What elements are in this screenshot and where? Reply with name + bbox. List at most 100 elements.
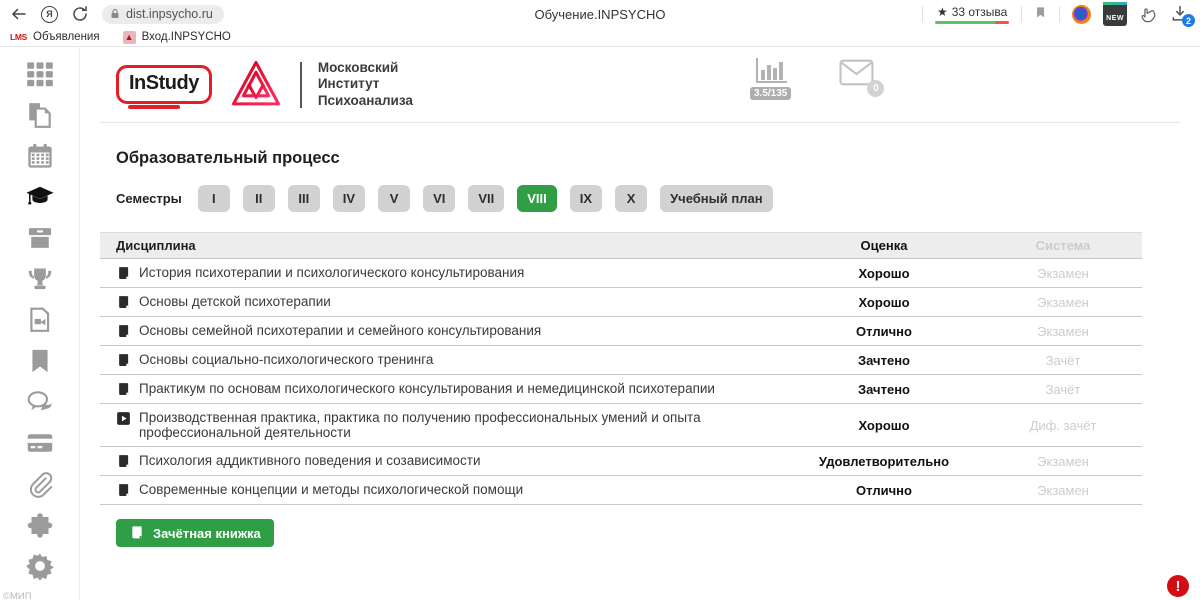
grade-value: Хорошо: [784, 295, 984, 310]
semester-button-study-plan[interactable]: Учебный план: [660, 185, 772, 212]
sidebar-item-trophy[interactable]: [26, 265, 54, 293]
semester-button-semester-9[interactable]: IX: [570, 185, 602, 212]
toolbar-separator: [922, 6, 923, 22]
table-row[interactable]: Психология аддиктивного поведения и соза…: [100, 447, 1142, 476]
sidebar-item-video-materials[interactable]: [26, 306, 54, 334]
sidebar-item-apps-grid[interactable]: [26, 60, 54, 88]
toolbar-separator: [1059, 6, 1060, 22]
table-row[interactable]: Основы социально-психологического тренин…: [100, 346, 1142, 375]
system-value: Экзамен: [984, 483, 1142, 498]
semester-button-semester-8[interactable]: VIII: [517, 185, 557, 212]
table-row[interactable]: Современные концепции и методы психологи…: [100, 476, 1142, 505]
archive-icon: [26, 239, 54, 256]
messages-button[interactable]: 0: [839, 59, 874, 91]
system-value: Экзамен: [984, 454, 1142, 469]
grade-value: Хорошо: [784, 418, 984, 433]
chat-icon: [26, 403, 54, 420]
logo-divider: [300, 62, 302, 108]
documents-icon: [26, 116, 54, 133]
table-row[interactable]: Основы детской психотерапии Хорошо Экзам…: [100, 288, 1142, 317]
discipline-name: Основы семейной психотерапии и семейного…: [139, 323, 541, 338]
copyright-label: ©МИП: [3, 591, 32, 600]
extension-glove-icon[interactable]: [1139, 5, 1158, 24]
alert-notification-icon[interactable]: !: [1167, 575, 1189, 597]
url-text: dist.inpsycho.ru: [126, 7, 213, 21]
app-shell: ©МИП InStudy Московский Институт Психоан…: [0, 47, 1200, 600]
progress-stats-button[interactable]: 3.5/135: [750, 56, 791, 100]
system-value: Зачёт: [984, 382, 1142, 397]
grade-value: Хорошо: [784, 266, 984, 281]
bookmark-flag-icon[interactable]: [1034, 6, 1047, 22]
browser-toolbar: Я dist.inpsycho.ru Обучение.INPSYCHO ★ 3…: [0, 0, 1200, 28]
semester-button-semester-2[interactable]: II: [243, 185, 275, 212]
book-icon: [116, 454, 131, 469]
book-icon: [129, 525, 145, 541]
sidebar-item-education[interactable]: [26, 183, 54, 211]
main-content: InStudy Московский Институт Психоанализа: [100, 47, 1180, 600]
back-icon[interactable]: [10, 5, 28, 23]
payment-card-icon: [26, 444, 54, 461]
bookmark-announcements[interactable]: LMS Объявления: [10, 31, 100, 43]
semester-button-semester-10[interactable]: X: [615, 185, 647, 212]
sidebar-item-chat[interactable]: [26, 388, 54, 416]
disciplines-table: Дисциплина Оценка Система История психот…: [100, 232, 1180, 505]
sidebar-item-archive[interactable]: [26, 224, 54, 252]
downloads-count-badge: 2: [1182, 14, 1195, 27]
sidebar-item-documents[interactable]: [26, 101, 54, 129]
grade-value: Отлично: [784, 483, 984, 498]
sidebar-item-bookmark[interactable]: [26, 347, 54, 375]
table-row[interactable]: Производственная практика, практика по п…: [100, 404, 1142, 447]
semester-button-semester-5[interactable]: V: [378, 185, 410, 212]
discipline-name: Производственная практика, практика по п…: [139, 410, 784, 440]
browser-profile-icon[interactable]: [1072, 5, 1091, 24]
sidebar-item-settings-gear[interactable]: [26, 552, 54, 580]
discipline-name: Практикум по основам психологического ко…: [139, 381, 715, 396]
site-reviews-widget[interactable]: ★ 33 отзыва: [935, 5, 1009, 24]
sidebar-item-integrations-puzzle[interactable]: [26, 511, 54, 539]
new-extension-icon[interactable]: NEW: [1103, 2, 1127, 26]
book-icon: [116, 483, 131, 498]
address-bar[interactable]: dist.inpsycho.ru: [102, 5, 224, 24]
institute-name: Московский Институт Психоанализа: [318, 60, 413, 109]
column-grade: Оценка: [784, 238, 984, 253]
sidebar-item-payment-card[interactable]: [26, 429, 54, 457]
yandex-browser-icon[interactable]: Я: [41, 6, 58, 23]
education-icon: [26, 198, 54, 215]
bookmark-label: Вход.INPSYCHO: [142, 31, 231, 43]
gradebook-button[interactable]: Зачётная книжка: [116, 519, 274, 547]
grade-value: Удовлетворительно: [784, 454, 984, 469]
mip-favicon: ▲: [123, 31, 136, 44]
sidebar-item-calendar[interactable]: [26, 142, 54, 170]
refresh-icon[interactable]: [71, 5, 89, 23]
attachments-icon: [26, 485, 54, 502]
calendar-icon: [26, 157, 54, 174]
book-icon: [116, 382, 131, 397]
apps-grid-icon: [26, 75, 54, 92]
system-value: Диф. зачёт: [984, 418, 1142, 433]
sidebar-item-attachments[interactable]: [26, 470, 54, 498]
discipline-name: Психология аддиктивного поведения и соза…: [139, 453, 480, 468]
semester-button-semester-4[interactable]: IV: [333, 185, 365, 212]
discipline-name: Современные концепции и методы психологи…: [139, 482, 523, 497]
grade-value: Зачтено: [784, 353, 984, 368]
sidebar-nav: ©МИП: [0, 47, 80, 600]
book-icon: [116, 353, 131, 368]
table-row[interactable]: Основы семейной психотерапии и семейного…: [100, 317, 1142, 346]
reviews-rating-bar: [935, 21, 1009, 24]
table-row[interactable]: Практикум по основам психологического ко…: [100, 375, 1142, 404]
toolbar-separator: [1021, 6, 1022, 22]
book-icon: [116, 266, 131, 281]
bar-chart-icon: [753, 56, 789, 86]
play-video-icon: [116, 411, 131, 426]
instudy-logo[interactable]: InStudy: [116, 65, 212, 104]
semester-button-semester-3[interactable]: III: [288, 185, 320, 212]
app-header: InStudy Московский Институт Психоанализа: [100, 47, 1180, 123]
downloads-icon[interactable]: 2: [1170, 4, 1190, 24]
semester-button-semester-7[interactable]: VII: [468, 185, 504, 212]
bookmark-login-inpsycho[interactable]: ▲ Вход.INPSYCHO: [123, 31, 231, 44]
semester-button-semester-1[interactable]: I: [198, 185, 230, 212]
lock-icon: [109, 8, 121, 20]
grade-value: Зачтено: [784, 382, 984, 397]
semester-button-semester-6[interactable]: VI: [423, 185, 455, 212]
table-row[interactable]: История психотерапии и психологического …: [100, 259, 1142, 288]
